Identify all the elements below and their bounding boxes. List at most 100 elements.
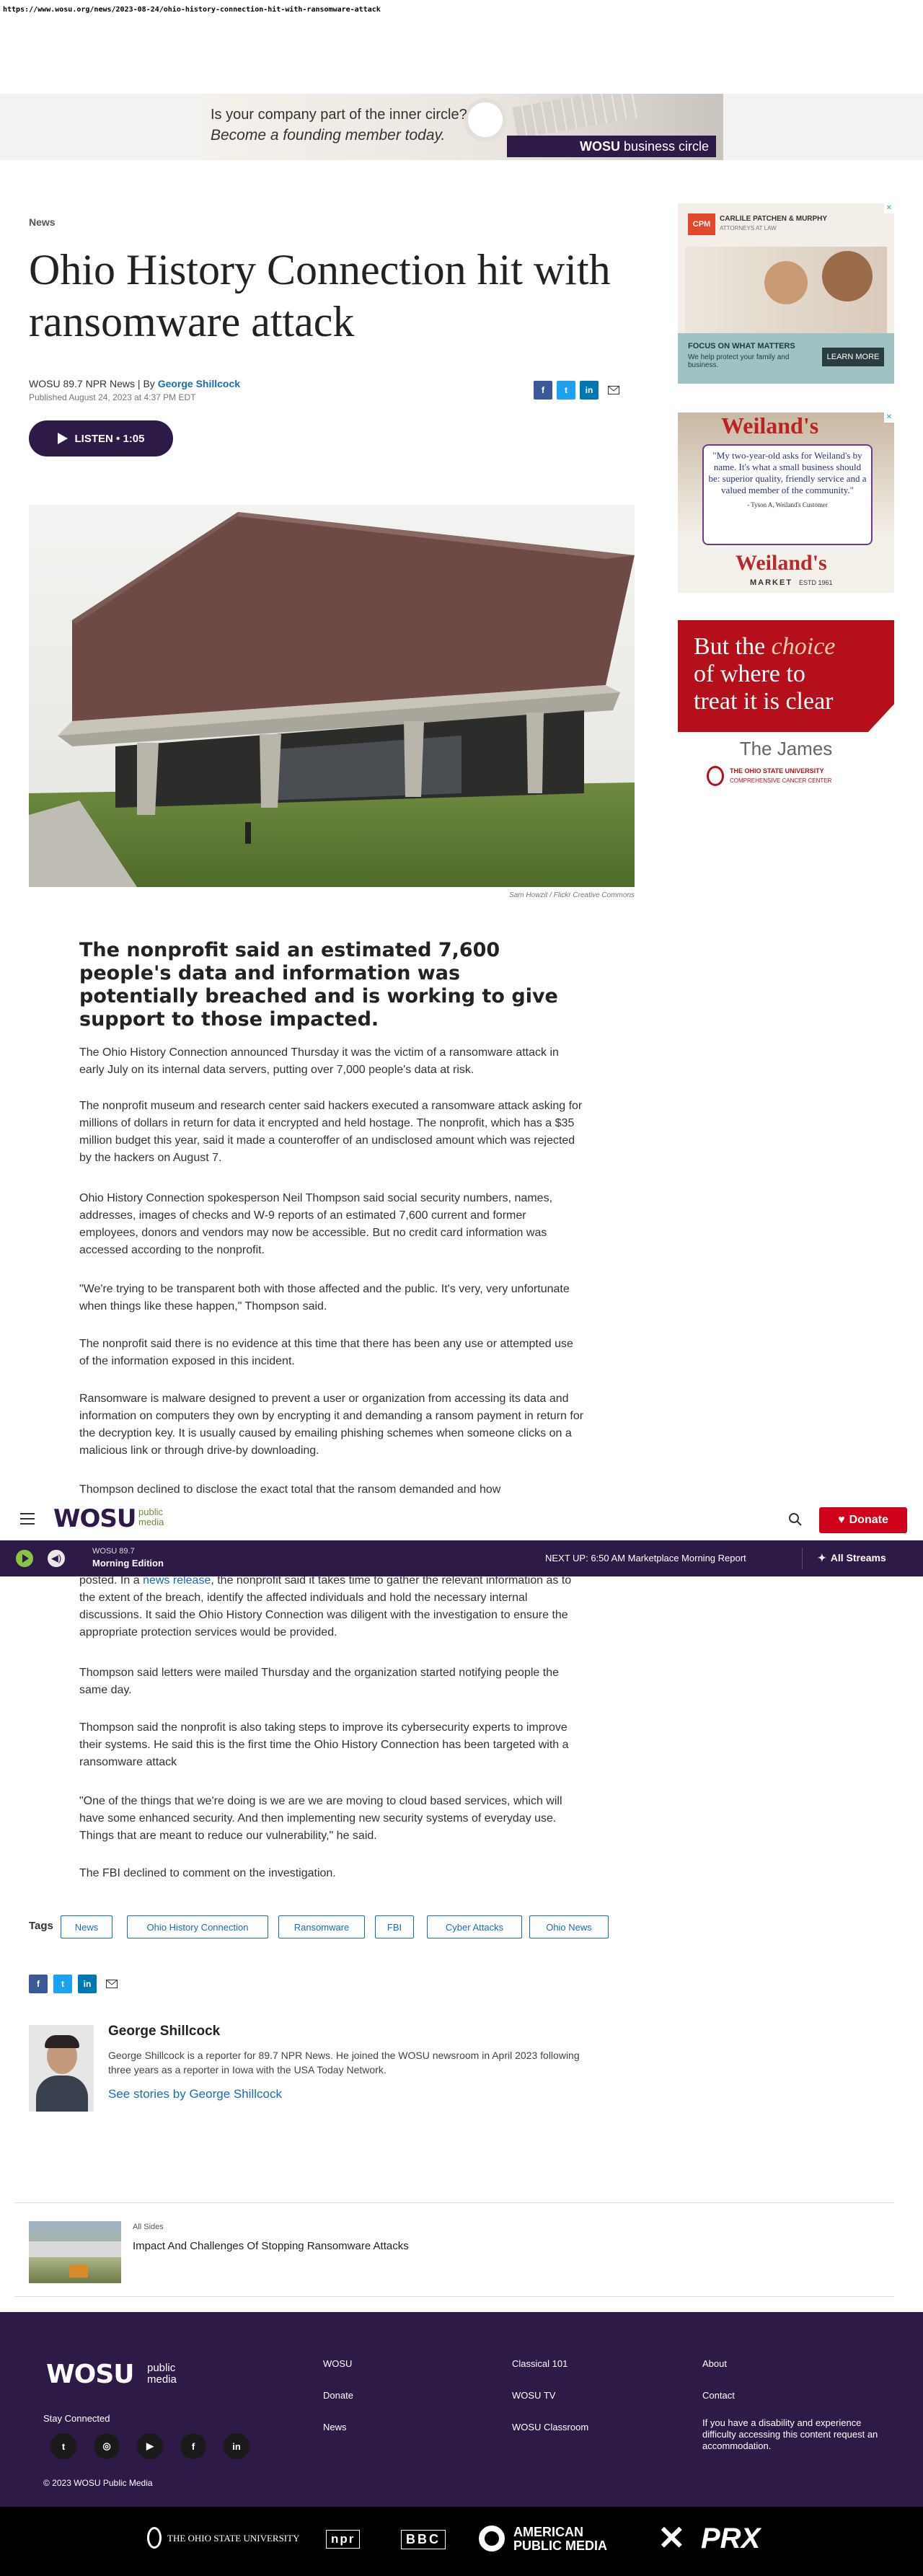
carlile-brand: CARLILE PATCHEN & MURPHY [720,215,828,223]
play-icon [57,433,68,444]
ad-weilands[interactable]: ✕ Weiland's "My two-year-old asks for We… [678,413,894,593]
hamburger-menu-icon[interactable] [20,1513,35,1525]
section-kicker[interactable]: News [29,216,56,228]
linkedin-share-icon[interactable]: in [580,381,599,400]
tag-ohio-history-connection[interactable]: Ohio History Connection [127,1915,268,1938]
family-photo [685,247,887,333]
tag-cyber-attacks[interactable]: Cyber Attacks [427,1915,522,1938]
facebook-share-icon[interactable]: f [534,381,552,400]
footer-link-classroom[interactable]: WOSU Classroom [512,2422,588,2432]
partner-logos: THE OHIO STATE UNIVERSITY npr BBC AMERIC… [0,2507,923,2576]
npr-logo[interactable]: npr [326,2530,361,2549]
footer-link-about[interactable]: About [702,2358,727,2369]
next-up-text: NEXT UP: 6:50 AM Marketplace Morning Rep… [545,1553,746,1563]
weilands-quote: "My two-year-old asks for Weiland's by n… [708,450,867,495]
footer-link-news[interactable]: News [323,2422,347,2432]
tag-fbi[interactable]: FBI [375,1915,414,1938]
twitter-icon[interactable]: t [50,2433,76,2459]
paragraph: Thompson said the nonprofit is also taki… [79,1721,569,1768]
james-sub1: THE OHIO STATE UNIVERSITY [730,767,824,775]
twitter-share-icon[interactable]: t [53,1975,72,1993]
weilands-est: ESTD 1961 [799,579,833,586]
player-show: Morning Edition [92,1558,164,1569]
paragraph: The nonprofit said there is no evidence … [79,1338,573,1367]
bbc-logo[interactable]: BBC [401,2530,446,2549]
all-streams-button[interactable]: ✦ All Streams [818,1552,886,1564]
email-share-icon[interactable] [604,381,623,400]
footer-logo-sub: public media [147,2362,177,2386]
ad-close-icon[interactable]: ✕ [884,203,894,213]
accessibility-note[interactable]: If you have a disability and experience … [702,2417,883,2452]
footer-link-wosu[interactable]: WOSU [323,2358,352,2369]
prx-logo[interactable]: PRX [701,2523,760,2554]
published-date: Published August 24, 2023 at 4:37 PM EDT [29,392,196,402]
paragraph: Thompson declined to disclose the exact … [79,1483,501,1496]
paragraph: The Ohio History Connection announced Th… [79,1046,559,1076]
tags-label: Tags [29,1920,53,1932]
author-name[interactable]: George Shillcock [108,2024,220,2039]
volume-icon[interactable]: ◀) [48,1550,65,1567]
donate-button[interactable]: ♥ Donate [819,1507,907,1533]
weilands-sign: Weiland's [721,413,819,438]
footer-link-wosu-tv[interactable]: WOSU TV [512,2390,555,2401]
ad-close-icon[interactable]: ✕ [884,413,894,423]
apm-logo[interactable]: AMERICAN PUBLIC MEDIA [513,2526,607,2553]
signal-icon: ✦ [818,1552,826,1563]
footer: WOSU public media Stay Connected t ◎ ▶ f … [0,2312,923,2507]
osu-logo-icon [147,2527,162,2549]
footer-link-classical[interactable]: Classical 101 [512,2358,568,2369]
search-icon[interactable] [789,1513,802,1530]
email-share-icon[interactable] [102,1975,121,1993]
sticky-header: WOSU public media ♥ Donate [0,1499,923,1540]
footer-logo[interactable]: WOSU [46,2360,134,2389]
top-ad-line1: Is your company part of the inner circle… [211,107,467,123]
linkedin-icon[interactable]: in [224,2433,249,2459]
player-station: WOSU 89.7 [92,1547,135,1556]
author-avatar[interactable] [29,2025,94,2112]
youtube-icon[interactable]: ▶ [137,2433,163,2459]
top-ad-line2: Become a founding member today. [211,127,446,144]
paragraph: "We're trying to be transparent both wit… [79,1283,570,1313]
linkedin-share-icon[interactable]: in [78,1975,97,1993]
paragraph: The FBI declined to comment on the inves… [79,1867,336,1879]
article-summary: The nonprofit said an estimated 7,600 pe… [79,939,558,1031]
carlile-tagline2: We help protect your family and business… [688,353,790,369]
footer-link-donate[interactable]: Donate [323,2390,353,2401]
learn-more-button[interactable]: LEARN MORE [822,348,884,366]
author-stories-link[interactable]: See stories by George Shillcock [108,2087,282,2101]
instagram-icon[interactable]: ◎ [94,2433,120,2459]
osu-logo[interactable]: THE OHIO STATE UNIVERSITY [167,2533,299,2544]
prx-x-icon: ✕ [658,2519,686,2557]
twitter-share-icon[interactable]: t [557,381,575,400]
author-bio: George Shillcock is a reporter for 89.7 … [108,2050,580,2076]
tag-news[interactable]: News [61,1915,112,1938]
james-logo: The James [739,738,833,759]
keyboard-graphic [512,94,639,139]
top-ad-banner[interactable]: Is your company part of the inner circle… [200,94,723,160]
related-kicker[interactable]: All Sides [133,2223,164,2231]
carlile-tagline: FOCUS ON WHAT MATTERS [688,342,795,350]
related-title[interactable]: Impact And Challenges Of Stopping Ransom… [133,2240,409,2252]
james-headline: But the choice of where to treat it is c… [694,633,836,715]
wosu-logo[interactable]: WOSU [53,1504,137,1533]
page-title: Ohio History Connection hit with ransomw… [29,246,611,345]
audio-player-bar: ◀) WOSU 89.7 Morning Edition NEXT UP: 6:… [0,1540,923,1576]
facebook-share-icon[interactable]: f [29,1975,48,1993]
listen-button[interactable]: LISTEN • 1:05 [29,420,173,456]
tag-ohio-news[interactable]: Ohio News [529,1915,609,1938]
play-button[interactable] [16,1550,33,1567]
related-thumbnail[interactable] [29,2221,121,2283]
stay-connected-label: Stay Connected [43,2413,110,2424]
facebook-icon[interactable]: f [180,2433,206,2459]
paragraph: "One of the things that we're doing is w… [79,1795,562,1842]
tag-ransomware[interactable]: Ransomware [278,1915,365,1938]
footer-link-contact[interactable]: Contact [702,2390,735,2401]
weilands-logo: Weiland's [736,551,827,575]
author-link[interactable]: George Shillcock [158,378,240,389]
top-ad-logo: WOSU business circle [507,136,716,157]
ad-carlile[interactable]: ✕ CPM CARLILE PATCHEN & MURPHY ATTORNEYS… [678,203,894,384]
wosu-logo-sub: public media [138,1507,164,1527]
apm-logo-icon [479,2526,505,2551]
carlile-logo: CPM [688,213,715,235]
ad-the-james[interactable]: ✕ But the choice of where to treat it is… [678,620,894,800]
